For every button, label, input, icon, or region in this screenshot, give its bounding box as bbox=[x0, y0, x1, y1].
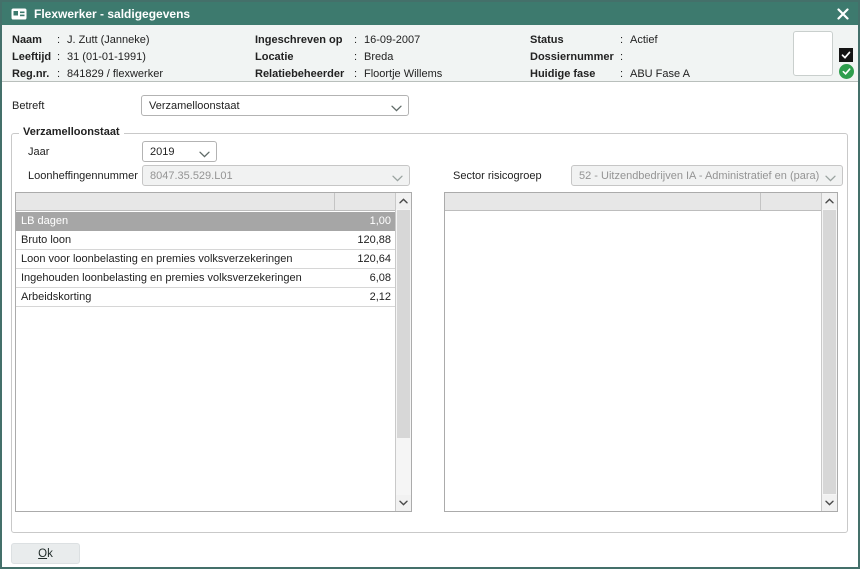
loonheffingennummer-select: 8047.35.529.L01 bbox=[142, 165, 410, 186]
saldo-table: LB dagen 1,00 Bruto loon 120,88 Loon voo… bbox=[15, 192, 412, 512]
groupbox-title: Verzamelloonstaat bbox=[19, 126, 124, 138]
jaar-select[interactable]: 2019 bbox=[142, 141, 217, 162]
saldo-table-header bbox=[16, 193, 395, 211]
jaar-label: Jaar bbox=[28, 146, 49, 158]
flexwerker-checkbox[interactable] bbox=[839, 48, 853, 62]
info-column-3: Status:Actief Dossiernummer: Huidige fas… bbox=[530, 31, 690, 82]
field-naam: Naam:J. Zutt (Janneke) bbox=[12, 31, 163, 48]
table-row[interactable]: Loon voor loonbelasting en premies volks… bbox=[16, 250, 395, 269]
chevron-down-icon bbox=[199, 149, 210, 161]
field-huidige-fase: Huidige fase:ABU Fase A bbox=[530, 65, 690, 82]
scrollbar-thumb[interactable] bbox=[397, 210, 410, 438]
field-leeftijd: Leeftijd:31 (01-01-1991) bbox=[12, 48, 163, 65]
field-status: Status:Actief bbox=[530, 31, 690, 48]
sector-table bbox=[444, 192, 838, 512]
sector-table-header bbox=[445, 193, 821, 211]
id-card-icon bbox=[11, 8, 27, 20]
ok-button[interactable]: Ok bbox=[11, 543, 80, 564]
table-row[interactable]: Bruto loon 120,88 bbox=[16, 231, 395, 250]
field-locatie: Locatie:Breda bbox=[255, 48, 442, 65]
scrollbar-thumb[interactable] bbox=[823, 210, 836, 494]
betreft-select[interactable]: Verzamelloonstaat bbox=[141, 95, 409, 116]
close-icon[interactable] bbox=[837, 8, 849, 20]
saldo-table-rows: LB dagen 1,00 Bruto loon 120,88 Loon voo… bbox=[16, 212, 395, 307]
field-dossiernummer: Dossiernummer: bbox=[530, 48, 690, 65]
sector-risicogroep-label: Sector risicogroep bbox=[453, 170, 542, 182]
table-row[interactable]: LB dagen 1,00 bbox=[16, 212, 395, 231]
photo-placeholder bbox=[793, 31, 833, 76]
status-ok-icon bbox=[839, 64, 854, 79]
title-bar: Flexwerker - saldigegevens bbox=[2, 2, 858, 25]
chevron-down-icon bbox=[825, 173, 836, 185]
field-ingeschreven-op: Ingeschreven op:16-09-2007 bbox=[255, 31, 442, 48]
field-regnr: Reg.nr.:841829 / flexwerker bbox=[12, 65, 163, 82]
column-divider bbox=[760, 193, 761, 210]
scroll-up-icon[interactable] bbox=[822, 193, 837, 209]
field-relatiebeheerder: Relatiebeheerder:Floortje Willems bbox=[255, 65, 442, 82]
verzamelloonstaat-groupbox: Verzamelloonstaat Jaar 2019 Loonheffinge… bbox=[11, 133, 848, 533]
chevron-down-icon bbox=[391, 103, 402, 115]
window-title: Flexwerker - saldigegevens bbox=[34, 7, 190, 21]
sector-risicogroep-select: 52 - Uitzendbedrijven IA - Administratie… bbox=[571, 165, 843, 186]
flexwerker-dialog: Flexwerker - saldigegevens Naam:J. Zutt … bbox=[0, 0, 860, 569]
info-column-1: Naam:J. Zutt (Janneke) Leeftijd:31 (01-0… bbox=[12, 31, 163, 82]
employee-info-panel: Naam:J. Zutt (Janneke) Leeftijd:31 (01-0… bbox=[2, 25, 858, 82]
vertical-scrollbar[interactable] bbox=[395, 193, 411, 511]
betreft-label: Betreft bbox=[12, 100, 44, 112]
vertical-scrollbar[interactable] bbox=[821, 193, 837, 511]
table-row[interactable]: Ingehouden loonbelasting en premies volk… bbox=[16, 269, 395, 288]
scroll-down-icon[interactable] bbox=[822, 495, 837, 511]
column-divider bbox=[334, 193, 335, 210]
chevron-down-icon bbox=[392, 173, 403, 185]
info-column-2: Ingeschreven op:16-09-2007 Locatie:Breda… bbox=[255, 31, 442, 82]
scroll-up-icon[interactable] bbox=[396, 193, 411, 209]
scroll-down-icon[interactable] bbox=[396, 495, 411, 511]
table-row[interactable]: Arbeidskorting 2,12 bbox=[16, 288, 395, 307]
loonheffingennummer-label: Loonheffingennummer bbox=[28, 170, 138, 182]
